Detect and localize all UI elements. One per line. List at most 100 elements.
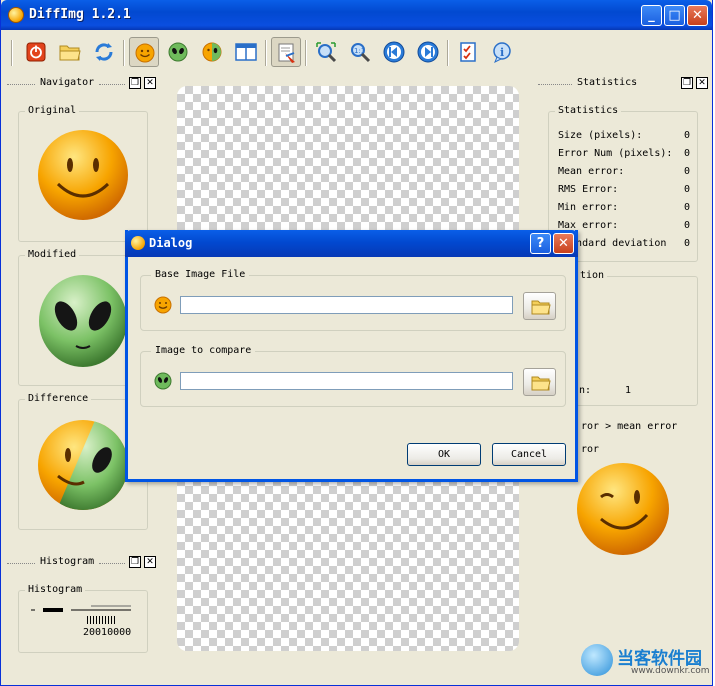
dock-grip xyxy=(7,84,35,86)
stat-value: 0 xyxy=(683,148,690,159)
show-original-button[interactable] xyxy=(129,37,159,67)
toolbar-separator xyxy=(305,40,307,66)
minimize-button[interactable]: _ xyxy=(641,5,662,26)
dock-grip xyxy=(7,563,35,565)
dock-grip xyxy=(99,563,125,565)
cancel-button[interactable]: Cancel xyxy=(492,443,566,466)
difference-thumbnail[interactable] xyxy=(36,418,130,512)
statistics-dock-title: Statistics xyxy=(577,77,638,88)
original-group: Original xyxy=(18,105,148,242)
compare-image-group: Image to compare xyxy=(140,345,566,407)
compare-image-label: Image to compare xyxy=(151,345,256,356)
toolbar-separator xyxy=(123,40,125,66)
dialog-icon xyxy=(131,236,145,250)
show-error-icon xyxy=(276,42,298,64)
about-button[interactable]: i xyxy=(487,37,517,67)
refresh-button[interactable] xyxy=(89,37,119,67)
alien-face-icon xyxy=(39,275,127,367)
base-image-label: Base Image File xyxy=(151,269,250,280)
stat-row-error-num: Error Num (pixels): 0 xyxy=(558,148,690,162)
original-thumbnail[interactable] xyxy=(36,128,130,222)
histogram-dock-header[interactable]: Histogram ❐ ✕ xyxy=(7,556,159,570)
alien-modified-icon xyxy=(167,41,189,63)
toolbar-separator xyxy=(447,40,449,66)
smiley-icon xyxy=(154,296,172,314)
float-dock-button[interactable]: ❐ xyxy=(129,77,141,89)
title-bar[interactable]: DiffImg 1.2.1 _ □ ✕ xyxy=(1,0,712,30)
display-options-title-fragment: tion xyxy=(577,270,608,281)
error-threshold-label: ror > mean error xyxy=(581,421,678,432)
next-icon xyxy=(417,41,439,63)
close-button[interactable]: ✕ xyxy=(687,5,708,26)
statistics-dock-header[interactable]: Statistics ❐ ✕ xyxy=(538,77,710,91)
stat-value: 0 xyxy=(683,202,690,213)
watermark-logo-icon xyxy=(581,644,613,676)
stat-label: Min error: xyxy=(558,202,619,213)
base-image-group: Base Image File xyxy=(140,269,566,331)
stat-value: 0 xyxy=(683,238,690,249)
stat-label: RMS Error: xyxy=(558,184,619,195)
dialog-close-button[interactable]: ✕ xyxy=(553,233,574,254)
folder-icon xyxy=(531,376,551,391)
dual-panel-icon xyxy=(235,41,257,63)
compare-image-input[interactable] xyxy=(180,372,513,390)
base-image-input[interactable] xyxy=(180,296,513,314)
zoom-original-icon: 1:1 xyxy=(349,41,371,63)
dual-panel-button[interactable] xyxy=(231,37,261,67)
app-icon xyxy=(8,7,24,23)
difference-label: Difference xyxy=(25,393,92,404)
main-toolbar: 1:1 i xyxy=(5,34,708,72)
browse-base-button[interactable] xyxy=(523,292,556,320)
dialog-help-button[interactable]: ? xyxy=(530,233,551,254)
stat-value: 0 xyxy=(683,130,690,141)
power-icon xyxy=(25,41,47,63)
close-dock-button[interactable]: ✕ xyxy=(144,77,156,89)
fit-window-button[interactable] xyxy=(311,37,341,67)
toolbar-grip xyxy=(11,40,13,66)
fit-window-icon xyxy=(315,41,337,63)
dialog-title-bar[interactable]: Dialog ? ✕ xyxy=(125,230,578,257)
about-icon: i xyxy=(491,41,513,63)
stat-value: 0 xyxy=(683,184,690,195)
navigator-dock-header[interactable]: Navigator ❐ ✕ xyxy=(7,77,159,91)
show-error-button[interactable] xyxy=(271,37,301,67)
browse-compare-button[interactable] xyxy=(523,368,556,396)
open-button[interactable] xyxy=(55,37,85,67)
previous-icon xyxy=(383,41,405,63)
histogram-axis-label: 20010000 xyxy=(83,627,132,638)
float-dock-button[interactable]: ❐ xyxy=(681,77,693,89)
show-modified-button[interactable] xyxy=(163,37,193,67)
close-dock-button[interactable]: ✕ xyxy=(696,77,708,89)
alien-icon xyxy=(154,372,172,390)
winking-smiley xyxy=(575,461,671,557)
watermark-url: www.downkr.com xyxy=(631,666,710,676)
next-button[interactable] xyxy=(413,37,443,67)
difference-face-icon xyxy=(38,420,128,510)
show-difference-button[interactable] xyxy=(197,37,227,67)
previous-button[interactable] xyxy=(379,37,409,67)
preferences-button[interactable] xyxy=(453,37,483,67)
winking-smiley-icon xyxy=(577,463,669,555)
quit-button[interactable] xyxy=(21,37,51,67)
stat-value: 0 xyxy=(683,166,690,177)
ok-button[interactable]: OK xyxy=(407,443,481,466)
smiley-face-icon xyxy=(38,130,128,220)
statistics-group-title: Statistics xyxy=(555,105,622,116)
site-watermark: 当客软件园 www.downkr.com xyxy=(579,642,715,684)
open-images-dialog: Dialog ? ✕ Base Image File Image to comp… xyxy=(125,230,578,482)
original-label: Original xyxy=(25,105,80,116)
histogram-title: Histogram xyxy=(40,556,95,567)
smiley-original-icon xyxy=(134,42,156,64)
zoom-original-button[interactable]: 1:1 xyxy=(345,37,375,67)
svg-text:i: i xyxy=(500,46,504,59)
modified-thumbnail[interactable] xyxy=(36,274,130,368)
close-dock-button[interactable]: ✕ xyxy=(144,556,156,568)
dock-grip xyxy=(538,84,572,86)
option-value: 1 xyxy=(625,385,632,396)
stat-row-size: Size (pixels): 0 xyxy=(558,130,690,144)
float-dock-button[interactable]: ❐ xyxy=(129,556,141,568)
stat-label: Size (pixels): xyxy=(558,130,643,141)
maximize-button[interactable]: □ xyxy=(664,5,685,26)
difference-icon xyxy=(201,41,223,63)
dock-grip xyxy=(99,84,125,86)
